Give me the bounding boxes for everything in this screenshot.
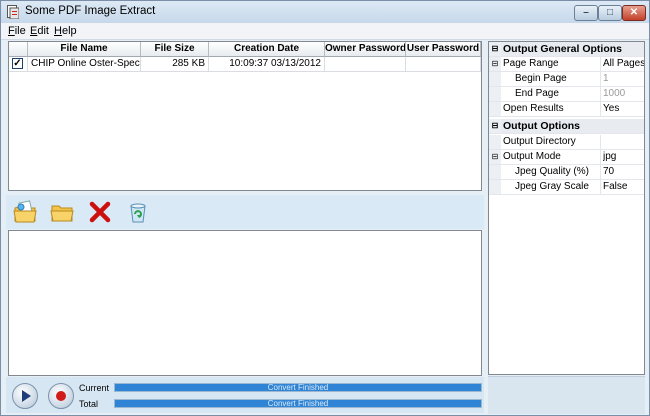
row-checkbox[interactable]: ✓ <box>12 58 23 69</box>
cell-owner-password[interactable] <box>325 57 406 72</box>
log-output-area[interactable] <box>8 230 482 376</box>
close-button[interactable]: ✕ <box>622 5 646 21</box>
collapse-icon[interactable]: ⊟ <box>489 42 501 56</box>
total-progress-bar: Convert Finished <box>114 399 482 408</box>
play-icon <box>22 390 31 402</box>
window-title: Some PDF Image Extract <box>25 5 156 17</box>
cell-creation-date: 10:09:37 03/13/2012 <box>209 57 325 72</box>
cell-file-name: CHIP Online Oster-Speci... <box>28 57 141 72</box>
title-bar: Some PDF Image Extract – □ ✕ <box>1 1 649 24</box>
property-grid: ⊟ Output General Options ⊟ Page Range Al… <box>488 41 645 375</box>
collapse-icon[interactable]: ⊟ <box>489 119 501 133</box>
menu-file[interactable]: File <box>8 25 26 37</box>
property-description-pane <box>488 376 645 414</box>
file-list-table[interactable]: File Name File Size Creation Date Owner … <box>8 41 482 191</box>
current-progress-bar: Convert Finished <box>114 383 482 392</box>
clear-list-icon <box>130 203 146 223</box>
property-open-results[interactable]: Open Results Yes <box>489 102 644 117</box>
app-icon <box>7 5 19 19</box>
remove-icon <box>89 201 111 223</box>
column-header-file-name[interactable]: File Name <box>28 42 141 57</box>
property-output-mode[interactable]: ⊟ Output Mode jpg <box>489 150 644 165</box>
add-file-button[interactable] <box>12 199 38 225</box>
property-page-range[interactable]: ⊟ Page Range All Pages <box>489 57 644 72</box>
add-file-icon <box>13 200 37 223</box>
close-icon: ✕ <box>629 7 639 18</box>
property-jpeg-gray-scale[interactable]: Jpeg Gray Scale False <box>489 180 644 195</box>
column-header-file-size[interactable]: File Size <box>141 42 209 57</box>
checkmark-icon: ✓ <box>13 58 22 69</box>
column-header-user-password[interactable]: User Password <box>406 42 481 57</box>
cell-user-password[interactable] <box>406 57 481 72</box>
minimize-icon: – <box>583 7 589 18</box>
property-output-directory[interactable]: Output Directory <box>489 135 644 150</box>
add-folder-button[interactable] <box>49 199 75 225</box>
cell-file-size: 285 KB <box>141 57 209 72</box>
category-output-general-options[interactable]: ⊟ Output General Options <box>489 42 644 57</box>
toolbar <box>6 195 484 229</box>
menu-bar: File Edit Help <box>1 23 649 40</box>
category-output-options[interactable]: ⊟ Output Options <box>489 119 644 134</box>
property-end-page[interactable]: End Page 1000 <box>489 87 644 102</box>
current-label: Current <box>79 383 110 393</box>
property-begin-page[interactable]: Begin Page 1 <box>489 72 644 87</box>
menu-help[interactable]: Help <box>54 25 77 37</box>
column-header-owner-password[interactable]: Owner Password <box>325 42 406 57</box>
start-button[interactable] <box>12 383 38 409</box>
stop-button[interactable] <box>48 383 74 409</box>
collapse-icon[interactable]: ⊟ <box>489 150 501 164</box>
remove-file-button[interactable] <box>87 199 113 225</box>
total-label: Total <box>79 399 99 409</box>
record-icon <box>56 391 66 401</box>
column-header-creation-date[interactable]: Creation Date <box>209 42 325 57</box>
clear-list-button[interactable] <box>125 199 151 225</box>
menu-edit[interactable]: Edit <box>30 25 49 37</box>
app-window: Some PDF Image Extract – □ ✕ File Edit H… <box>0 0 650 416</box>
add-folder-icon <box>50 205 74 222</box>
collapse-icon[interactable]: ⊟ <box>489 57 501 71</box>
column-header-check[interactable] <box>9 42 28 57</box>
minimize-button[interactable]: – <box>574 5 598 21</box>
maximize-button[interactable]: □ <box>598 5 622 21</box>
maximize-icon: □ <box>606 7 614 18</box>
progress-panel: Current Total Convert Finished Convert F… <box>6 377 484 413</box>
property-jpeg-quality[interactable]: Jpeg Quality (%) 70 <box>489 165 644 180</box>
